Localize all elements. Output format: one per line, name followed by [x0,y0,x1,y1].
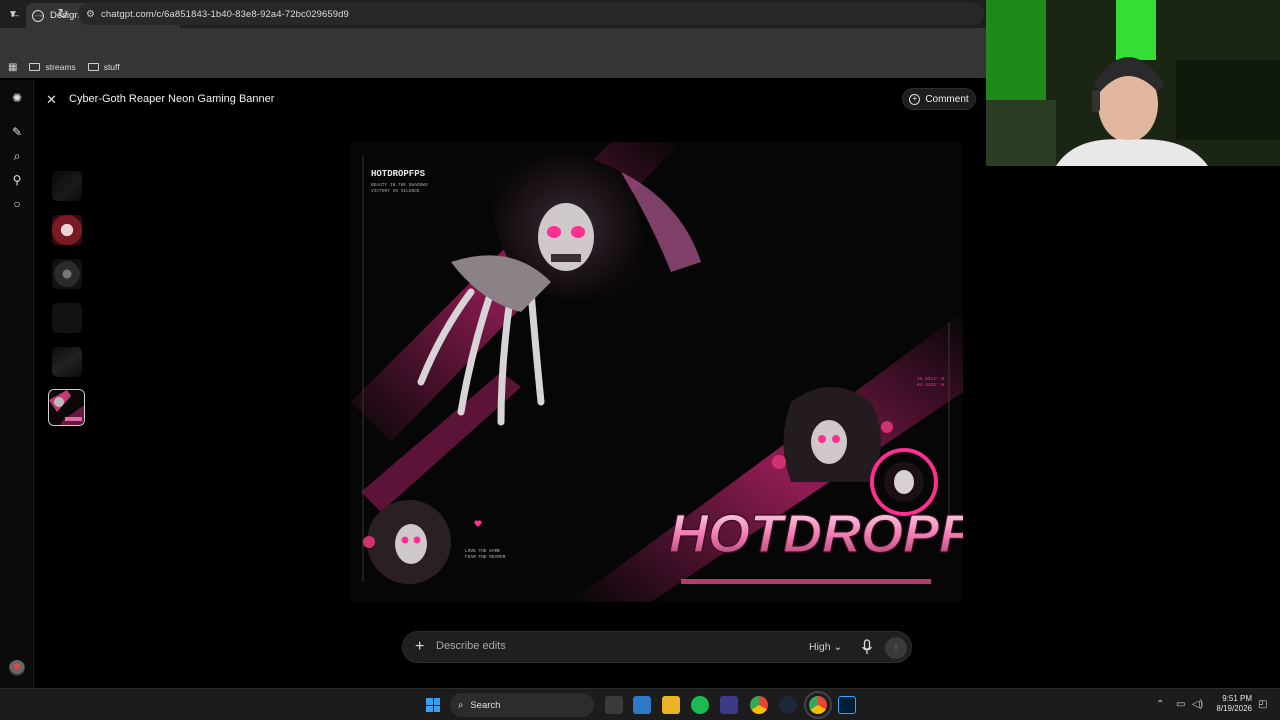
browser-toolbar [0,28,986,56]
quality-select[interactable]: High ⌄ [809,641,842,653]
hudfx-icon[interactable] [720,696,738,714]
folder-icon [87,63,99,71]
spotify-icon[interactable] [691,696,709,714]
thumbnail-preview [49,390,84,425]
pin-icon[interactable]: ⚲ [9,172,25,188]
taskbar-search[interactable]: ⌕ Search [450,693,594,717]
comment-button[interactable]: + Comment [902,88,976,110]
thumbnail[interactable] [52,259,82,289]
reload-icon[interactable]: ↻ [54,5,72,23]
prompt-bar: + Describe edits High ⌄ ↑ [402,631,912,663]
banner-coords-2: 84.3432° W [917,382,944,388]
thumbnail[interactable] [52,303,82,333]
back-arrow-icon[interactable]: ← [6,5,24,23]
webcam-feed [986,0,1280,166]
banner-coords-1: 35.0622° N [917,376,944,382]
chat-bubble-icon[interactable]: ○ [9,196,25,212]
site-info-icon[interactable]: ⚙ [86,9,95,20]
banner-logo-text: HOTDROPFPS [669,504,963,564]
taskbar-search-label: Search [470,699,501,711]
apps-grid-icon[interactable]: ▦ [8,62,17,73]
windows-start-icon[interactable] [426,698,440,712]
banner-artwork: HOTDROPFPS BEAUTY IN THE SHADOWS VICTORY… [351,142,963,602]
banner-small-text-1: LOVE THE GAME [465,548,500,554]
thumbnail[interactable] [52,171,82,201]
url-text: chatgpt.com/c/6a851843-1b40-83e8-92a4-72… [100,8,349,20]
thumbnail-selected[interactable] [48,389,85,426]
bookmark-label: stuff [103,62,120,72]
image-title: Cyber-Goth Reaper Neon Gaming Banner [69,93,275,105]
send-button[interactable]: ↑ [885,637,907,659]
bookmark-folder-stuff[interactable]: stuff [87,62,120,72]
chrome-icon[interactable] [750,696,768,714]
task-view-icon[interactable] [605,696,623,714]
address-bar[interactable]: ⚙ chatgpt.com/c/6a851843-1b40-83e8-92a4-… [78,3,984,25]
tray-overflow-chevron-icon[interactable]: ⌃ [1156,699,1164,710]
banner-tagline-1: BEAUTY IN THE SHADOWS [371,182,428,188]
microphone-icon[interactable] [861,639,873,655]
photoshop-icon[interactable] [838,696,856,714]
bookmark-label: streams [45,62,76,72]
avatar[interactable] [9,660,25,676]
network-icon[interactable]: ▭ [1176,699,1185,710]
quality-value: High [809,641,831,653]
search-icon[interactable]: ⌕ [9,148,25,164]
add-comment-icon: + [909,93,921,105]
notification-icon[interactable]: ◰ [1258,699,1267,710]
thumbnail[interactable] [52,215,82,245]
describe-edits-input[interactable]: Describe edits [436,640,506,652]
clock-time[interactable]: 9:51 PM [1208,694,1252,703]
banner-small-text-2: FEAR THE REAPER [465,554,506,560]
bookmark-folder-streams[interactable]: streams [29,62,76,72]
bookmarks-bar: ▦ streams stuff [0,56,986,78]
steam-icon[interactable] [779,696,797,714]
taskbar: ⌕ Search ⌃ ▭ ◁) 9:51 PM 8/19/2026 ◰ [0,688,1280,720]
thumbnail[interactable] [52,347,82,377]
volume-icon[interactable]: ◁) [1192,699,1203,710]
chrome-active-icon[interactable] [804,691,832,719]
new-chat-icon[interactable]: ✎ [9,124,25,140]
clock-date[interactable]: 8/19/2026 [1208,704,1252,713]
file-explorer-icon[interactable] [662,696,680,714]
openai-logo-icon[interactable]: ✺ [9,90,25,106]
banner-tagline-2: VICTORY IN SILENCE [371,188,420,194]
generated-image[interactable]: HOTDROPFPS BEAUTY IN THE SHADOWS VICTORY… [351,142,963,602]
webcam-overlay [986,0,1280,166]
add-attachment-button[interactable]: + [415,638,424,656]
forward-arrow-icon[interactable]: → [30,5,48,23]
notepad-icon[interactable] [633,696,651,714]
close-icon[interactable]: ✕ [46,92,57,108]
folder-icon [29,63,41,71]
comment-label: Comment [925,93,969,105]
banner-brand: HOTDROPFPS [371,169,426,179]
chevron-down-icon: ⌄ [833,641,843,653]
search-icon: ⌕ [458,699,464,711]
